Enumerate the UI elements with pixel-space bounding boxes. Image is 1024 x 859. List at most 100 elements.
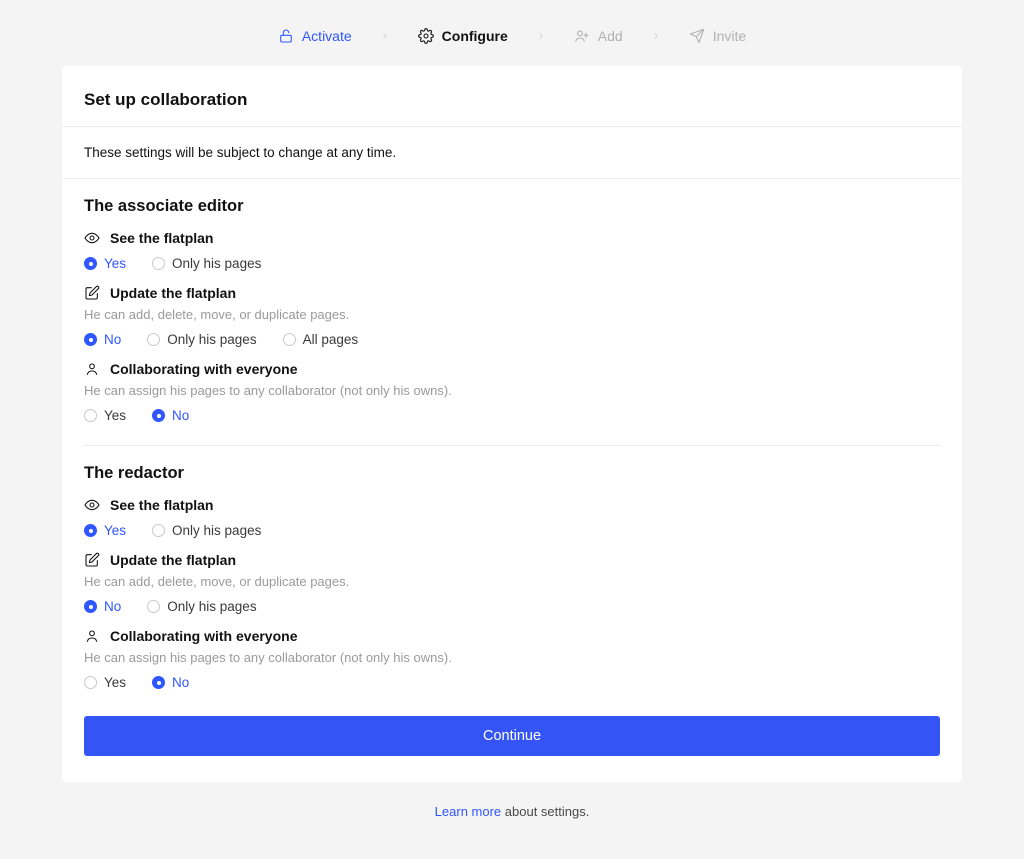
setting: See the flatplan Yes Only his pages [84, 497, 940, 538]
radio-option[interactable]: No [84, 332, 121, 347]
setting: Collaborating with everyone He can assign… [84, 628, 940, 690]
radio-label: Only his pages [172, 523, 261, 538]
setting-desc: He can add, delete, move, or duplicate p… [84, 307, 940, 322]
footer-text: Learn more about settings. [62, 804, 962, 819]
setting-head: See the flatplan [84, 230, 940, 246]
setting-head: Collaborating with everyone [84, 361, 940, 377]
edit-icon [84, 285, 100, 301]
setting-head: Collaborating with everyone [84, 628, 940, 644]
radio-label: No [172, 408, 189, 423]
radio-icon [147, 600, 160, 613]
setting: See the flatplan Yes Only his pages [84, 230, 940, 271]
radio-option[interactable]: Yes [84, 256, 126, 271]
radio-group: No Only his pages All pages [84, 332, 940, 347]
eye-icon [84, 497, 100, 513]
setting-desc: He can assign his pages to any collabora… [84, 383, 940, 398]
radio-icon [84, 333, 97, 346]
setting: Update the flatplan He can add, delete, m… [84, 285, 940, 347]
setting-head: See the flatplan [84, 497, 940, 513]
user-plus-icon [574, 28, 590, 44]
setting: Collaborating with everyone He can assign… [84, 361, 940, 423]
radio-icon [283, 333, 296, 346]
role-title: The redactor [84, 464, 940, 483]
radio-option[interactable]: Only his pages [152, 256, 261, 271]
radio-icon [152, 409, 165, 422]
radio-option[interactable]: Only his pages [147, 332, 256, 347]
send-icon [689, 28, 705, 44]
setting-label: Update the flatplan [110, 285, 236, 301]
radio-label: Yes [104, 408, 126, 423]
radio-label: Only his pages [167, 332, 256, 347]
radio-label: Yes [104, 256, 126, 271]
step-invite[interactable]: Invite [689, 28, 746, 44]
radio-option[interactable]: Only his pages [147, 599, 256, 614]
radio-label: Only his pages [167, 599, 256, 614]
stepper: Activate Configure Add Invite [62, 0, 962, 66]
radio-option[interactable]: No [84, 599, 121, 614]
radio-option[interactable]: Only his pages [152, 523, 261, 538]
radio-label: Yes [104, 523, 126, 538]
radio-icon [152, 676, 165, 689]
radio-label: Yes [104, 675, 126, 690]
step-label: Add [598, 28, 623, 44]
chevron-right-icon [651, 29, 661, 44]
radio-option[interactable]: Yes [84, 408, 126, 423]
chevron-right-icon [536, 29, 546, 44]
radio-icon [84, 676, 97, 689]
radio-label: Only his pages [172, 256, 261, 271]
divider [84, 445, 940, 446]
setting-label: See the flatplan [110, 497, 213, 513]
setting: Update the flatplan He can add, delete, m… [84, 552, 940, 614]
setting-label: Update the flatplan [110, 552, 236, 568]
step-label: Activate [302, 28, 352, 44]
radio-option[interactable]: Yes [84, 523, 126, 538]
divider [62, 178, 962, 179]
radio-group: Yes No [84, 675, 940, 690]
step-label: Invite [713, 28, 746, 44]
setting-desc: He can assign his pages to any collabora… [84, 650, 940, 665]
setting-label: Collaborating with everyone [110, 628, 297, 644]
radio-group: No Only his pages [84, 599, 940, 614]
radio-label: All pages [303, 332, 359, 347]
radio-label: No [104, 599, 121, 614]
radio-group: Yes Only his pages [84, 256, 940, 271]
setting-head: Update the flatplan [84, 285, 940, 301]
radio-option[interactable]: Yes [84, 675, 126, 690]
radio-label: No [104, 332, 121, 347]
card: Set up collaboration These settings will… [62, 66, 962, 782]
continue-button[interactable]: Continue [84, 716, 940, 756]
user-icon [84, 361, 100, 377]
chevron-right-icon [380, 29, 390, 44]
radio-icon [84, 257, 97, 270]
step-activate[interactable]: Activate [278, 28, 352, 44]
step-label: Configure [442, 28, 508, 44]
radio-group: Yes No [84, 408, 940, 423]
role-title: The associate editor [84, 197, 940, 216]
gear-icon [418, 28, 434, 44]
radio-icon [84, 600, 97, 613]
setting-head: Update the flatplan [84, 552, 940, 568]
footer-tail: about settings. [501, 804, 589, 819]
unlock-icon [278, 28, 294, 44]
setting-desc: He can add, delete, move, or duplicate p… [84, 574, 940, 589]
radio-icon [84, 524, 97, 537]
radio-icon [84, 409, 97, 422]
step-add[interactable]: Add [574, 28, 623, 44]
radio-option[interactable]: No [152, 675, 189, 690]
setting-label: Collaborating with everyone [110, 361, 297, 377]
page-subtitle: These settings will be subject to change… [84, 127, 940, 178]
radio-option[interactable]: No [152, 408, 189, 423]
step-configure[interactable]: Configure [418, 28, 508, 44]
eye-icon [84, 230, 100, 246]
radio-icon [147, 333, 160, 346]
radio-icon [152, 257, 165, 270]
edit-icon [84, 552, 100, 568]
user-icon [84, 628, 100, 644]
learn-more-link[interactable]: Learn more [435, 804, 501, 819]
radio-icon [152, 524, 165, 537]
page-title: Set up collaboration [84, 90, 940, 126]
radio-label: No [172, 675, 189, 690]
setting-label: See the flatplan [110, 230, 213, 246]
radio-option[interactable]: All pages [283, 332, 359, 347]
radio-group: Yes Only his pages [84, 523, 940, 538]
